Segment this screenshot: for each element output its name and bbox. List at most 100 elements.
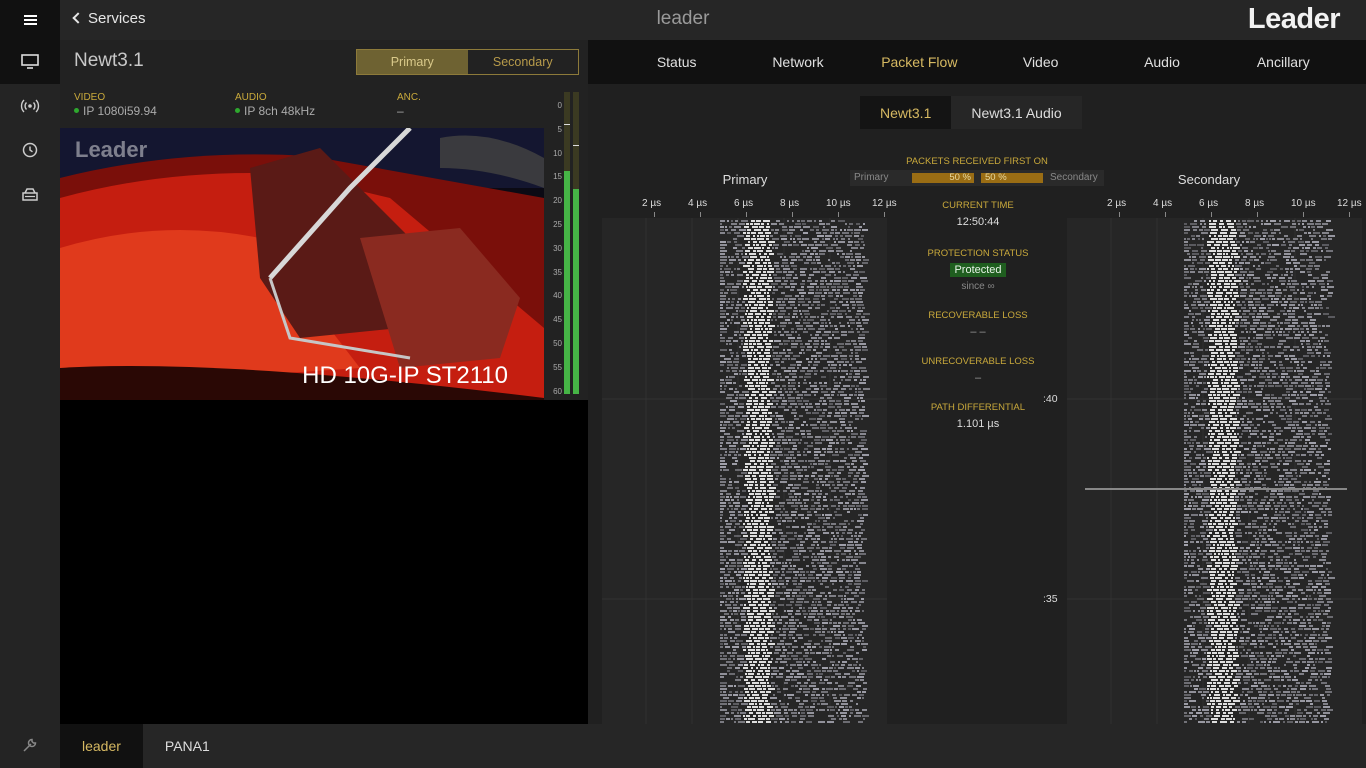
packet-mark <box>822 334 829 336</box>
packet-mark <box>1277 463 1280 465</box>
packet-mark <box>807 370 813 372</box>
tab-status[interactable]: Status <box>616 40 737 84</box>
packet-mark <box>736 574 741 576</box>
packet-mark <box>1286 238 1290 240</box>
packet-mark <box>1230 334 1237 336</box>
packet-mark <box>1210 337 1217 339</box>
packet-mark <box>831 718 836 720</box>
packet-mark <box>1210 520 1212 522</box>
settings-wrench-button[interactable] <box>0 730 60 760</box>
packet-mark <box>1195 496 1197 498</box>
packet-mark <box>1313 229 1315 231</box>
packet-mark <box>820 358 827 360</box>
packet-mark <box>767 373 769 375</box>
packet-mark <box>862 667 864 669</box>
packet-mark <box>818 616 820 618</box>
packet-mark <box>842 532 845 534</box>
packet-mark <box>789 442 796 444</box>
packet-mark <box>859 478 865 480</box>
packet-mark <box>1240 379 1247 381</box>
tab-packet-flow[interactable]: Packet Flow <box>859 40 980 84</box>
packet-mark <box>1290 268 1293 270</box>
packet-mark <box>830 652 832 654</box>
packet-mark <box>784 658 791 660</box>
packet-mark <box>799 550 806 552</box>
tab-video[interactable]: Video <box>980 40 1101 84</box>
packet-mark <box>1190 463 1196 465</box>
primary-path-button[interactable]: Primary <box>357 50 468 74</box>
packet-mark <box>725 622 731 624</box>
packet-mark <box>817 613 823 615</box>
packet-mark <box>1184 292 1189 294</box>
packet-mark <box>855 418 859 420</box>
packet-mark <box>751 553 758 555</box>
sidebar-item-devices[interactable] <box>0 172 60 216</box>
packet-mark <box>1184 496 1188 498</box>
packet-mark <box>1294 496 1298 498</box>
packet-mark <box>810 316 816 318</box>
hamburger-menu-icon[interactable] <box>0 0 60 40</box>
packet-mark <box>1225 505 1231 507</box>
packet-mark <box>1198 334 1205 336</box>
tab-ancillary[interactable]: Ancillary <box>1223 40 1344 84</box>
packet-mark <box>737 565 743 567</box>
tab-flow-newt31[interactable]: Newt3.1 <box>860 96 952 129</box>
packet-mark <box>1199 373 1206 375</box>
tab-audio[interactable]: Audio <box>1101 40 1222 84</box>
packet-mark <box>849 715 851 717</box>
packet-mark <box>738 298 741 300</box>
packet-mark <box>1241 382 1244 384</box>
packet-mark <box>773 568 778 570</box>
tab-network[interactable]: Network <box>737 40 858 84</box>
packet-mark <box>748 718 755 720</box>
packet-mark <box>1236 511 1240 513</box>
sidebar-item-monitor[interactable] <box>0 40 60 84</box>
packet-mark <box>762 697 767 699</box>
packet-mark <box>1184 439 1188 441</box>
packet-mark <box>1223 439 1227 441</box>
packet-mark <box>851 535 853 537</box>
packet-mark <box>780 448 783 450</box>
packet-mark <box>737 448 739 450</box>
packet-mark <box>813 661 816 663</box>
packet-mark <box>762 673 764 675</box>
packet-mark <box>850 700 853 702</box>
packet-mark <box>1225 478 1227 480</box>
packet-mark <box>789 622 796 624</box>
packet-mark <box>858 469 865 471</box>
packet-mark <box>822 619 828 621</box>
sidebar-item-history[interactable] <box>0 128 60 172</box>
packet-mark <box>826 469 830 471</box>
packet-mark <box>772 292 775 294</box>
packet-mark <box>1309 514 1313 516</box>
packet-mark <box>1232 250 1236 252</box>
packet-mark <box>1263 403 1267 405</box>
packet-mark <box>767 247 770 249</box>
packet-mark <box>720 505 726 507</box>
packet-mark <box>1219 286 1222 288</box>
packet-mark <box>861 538 867 540</box>
secondary-path-button[interactable]: Secondary <box>468 50 579 74</box>
packet-mark <box>1208 364 1210 366</box>
packet-mark <box>1255 301 1261 303</box>
packet-mark <box>1204 496 1210 498</box>
packet-mark <box>1202 499 1209 501</box>
packet-mark <box>759 628 764 630</box>
packet-mark <box>843 718 847 720</box>
packet-mark <box>1204 448 1211 450</box>
packet-mark <box>759 550 761 552</box>
packet-mark <box>804 664 808 666</box>
packet-mark <box>1283 406 1285 408</box>
tab-flow-newt31-audio[interactable]: Newt3.1 Audio <box>951 96 1081 129</box>
packet-mark <box>1291 280 1297 282</box>
packet-mark <box>858 337 865 339</box>
back-to-services-button[interactable]: Services <box>72 10 146 27</box>
packet-mark <box>1211 238 1218 240</box>
packet-mark <box>1222 469 1226 471</box>
packet-mark <box>850 259 855 261</box>
packet-mark <box>727 487 733 489</box>
packet-mark <box>744 514 746 516</box>
packet-mark <box>720 622 723 624</box>
packet-mark <box>1288 241 1295 243</box>
sidebar-item-broadcast[interactable] <box>0 84 60 128</box>
